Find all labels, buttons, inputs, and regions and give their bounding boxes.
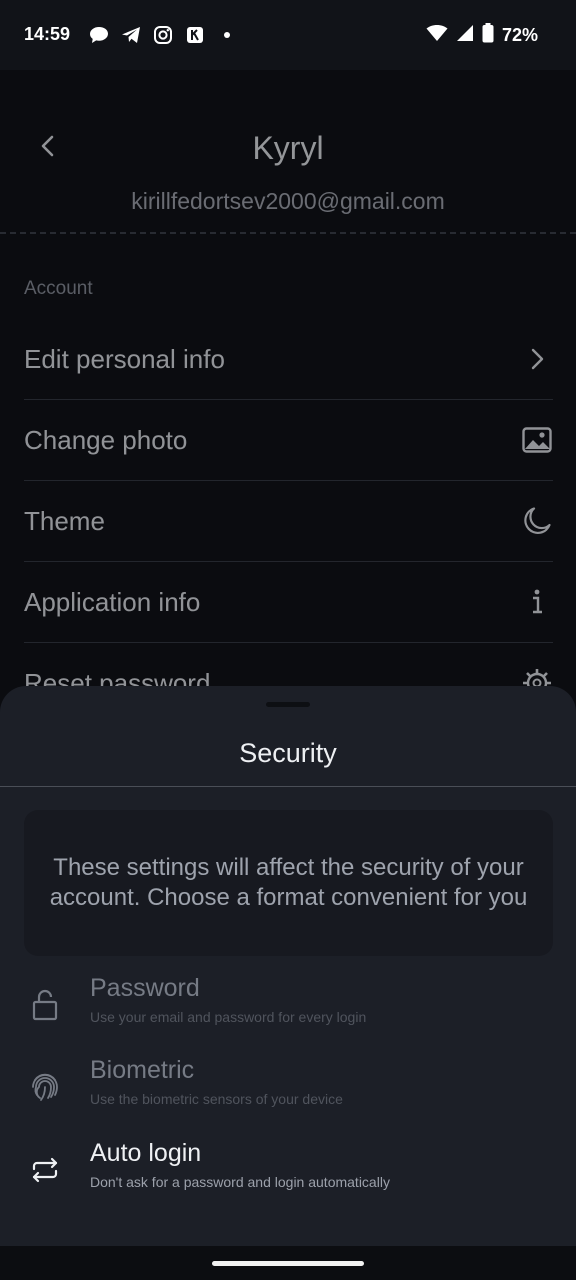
option-auto-login[interactable]: Auto login Don't ask for a password and … <box>0 1139 576 1209</box>
menu-item-change-photo[interactable]: Change photo <box>24 400 553 481</box>
option-title: Password <box>90 974 200 1002</box>
home-gesture-pill[interactable] <box>212 1261 364 1266</box>
battery-percent: 72% <box>501 24 538 45</box>
unlock-icon <box>28 988 62 1022</box>
notification-icons <box>88 24 238 46</box>
menu-item-label: Application info <box>24 586 201 617</box>
menu-item-label: Edit personal info <box>24 343 225 374</box>
chat-bubble-icon <box>88 24 110 46</box>
app-notification-icon <box>184 24 206 46</box>
info-icon <box>521 586 553 618</box>
option-description: Don't ask for a password and login autom… <box>90 1174 390 1190</box>
option-biometric[interactable]: Biometric Use the biometric sensors of y… <box>0 1056 576 1126</box>
battery-icon <box>482 22 494 48</box>
security-info-text: These settings will affect the security … <box>49 854 528 911</box>
menu-item-label: Theme <box>24 505 105 536</box>
menu-item-theme[interactable]: Theme <box>24 481 553 562</box>
security-bottom-sheet: Security These settings will affect the … <box>0 686 576 1246</box>
sheet-divider <box>0 786 576 787</box>
moon-icon <box>521 505 553 537</box>
telegram-icon <box>120 24 142 46</box>
option-title: Biometric <box>90 1056 195 1084</box>
repeat-icon <box>28 1153 62 1187</box>
dashed-divider <box>0 232 576 234</box>
status-bar: 14:59 72% <box>0 0 576 70</box>
image-icon <box>521 424 553 456</box>
wifi-icon <box>426 24 448 47</box>
fingerprint-icon <box>28 1070 62 1104</box>
system-icons: 72% <box>426 22 538 48</box>
option-title: Auto login <box>90 1139 202 1167</box>
profile-email: kirillfedortsev2000@gmail.com <box>131 188 445 214</box>
chevron-right-icon <box>521 343 553 375</box>
account-section-label: Account <box>24 278 93 299</box>
menu-item-edit-personal-info[interactable]: Edit personal info <box>24 319 553 400</box>
option-description: Use your email and password for every lo… <box>90 1009 367 1025</box>
security-info-box: These settings will affect the security … <box>24 810 553 956</box>
navigation-bar <box>0 1246 576 1280</box>
signal-icon <box>456 24 474 47</box>
option-description: Use the biometric sensors of your device <box>90 1091 343 1107</box>
option-password[interactable]: Password Use your email and password for… <box>0 974 576 1044</box>
status-time: 14:59 <box>24 24 71 44</box>
menu-item-application-info[interactable]: Application info <box>24 562 553 643</box>
dot-icon <box>216 24 238 46</box>
instagram-icon <box>152 24 174 46</box>
profile-name: Kyryl <box>252 130 324 166</box>
menu-item-label: Change photo <box>24 424 188 455</box>
sheet-drag-handle[interactable] <box>266 702 310 707</box>
sheet-title: Security <box>239 738 337 768</box>
